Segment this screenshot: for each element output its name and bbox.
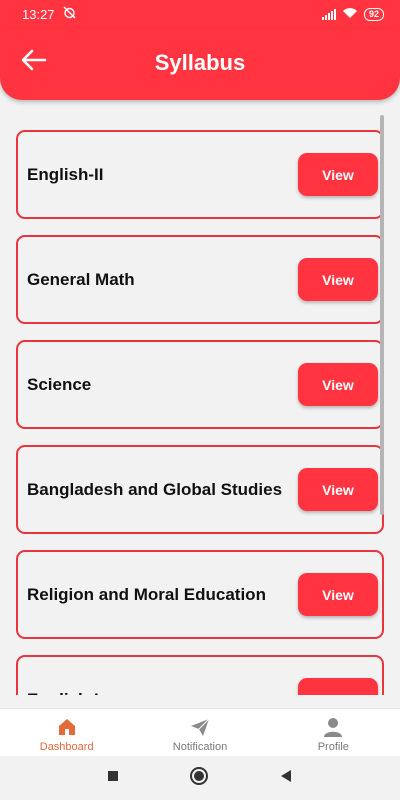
view-button[interactable]: View xyxy=(298,678,378,695)
subject-name: Bangladesh and Global Studies xyxy=(27,479,283,499)
paper-plane-icon xyxy=(188,715,212,739)
nav-tab-dashboard[interactable]: Dashboard xyxy=(0,709,133,756)
view-button[interactable]: View xyxy=(298,363,378,406)
home-button-icon[interactable] xyxy=(189,766,209,791)
scrollbar[interactable] xyxy=(380,115,384,515)
subject-card: English-II View xyxy=(16,130,384,219)
syllabus-list[interactable]: English-II View General Math View Science Vie… xyxy=(0,120,400,695)
person-icon xyxy=(321,715,345,739)
view-button[interactable]: View xyxy=(298,573,378,616)
bottom-navigation: Dashboard Notification Profile xyxy=(0,708,400,756)
nav-label: Dashboard xyxy=(39,741,94,753)
subject-name: English-II xyxy=(27,164,104,184)
status-time: 13:27 xyxy=(22,6,55,22)
battery-indicator: 92 xyxy=(363,7,384,21)
home-icon xyxy=(55,715,79,739)
subject-card: Bangladesh and Global Studies View xyxy=(16,445,384,534)
view-button[interactable]: View xyxy=(298,258,378,301)
signal-icon xyxy=(321,8,336,20)
view-button[interactable]: View xyxy=(298,153,378,196)
page-title: Syllabus xyxy=(154,50,246,75)
subject-card: Religion and Moral Education View xyxy=(16,550,384,639)
view-button[interactable]: View xyxy=(298,468,378,511)
nav-label: Notification xyxy=(172,741,228,753)
subject-name: General Math xyxy=(27,269,135,289)
wifi-icon xyxy=(342,7,358,22)
subject-card: Science View xyxy=(16,340,384,429)
app-bar: Syllabus xyxy=(0,28,400,100)
subject-name: Science xyxy=(27,374,92,394)
nav-tab-profile[interactable]: Profile xyxy=(267,709,400,756)
system-navigation-bar xyxy=(0,756,400,800)
recents-button-icon[interactable] xyxy=(107,769,119,787)
back-button-icon[interactable] xyxy=(279,769,293,788)
subject-card: English-I View xyxy=(16,655,384,695)
subject-name: English-I xyxy=(27,690,99,696)
nav-label: Profile xyxy=(317,741,349,753)
alarm-off-icon xyxy=(63,6,76,22)
subject-card: General Math View xyxy=(16,235,384,324)
subject-name: Religion and Moral Education xyxy=(27,584,266,604)
status-bar: 13:27 92 xyxy=(0,0,400,28)
nav-tab-notification[interactable]: Notification xyxy=(133,709,266,756)
